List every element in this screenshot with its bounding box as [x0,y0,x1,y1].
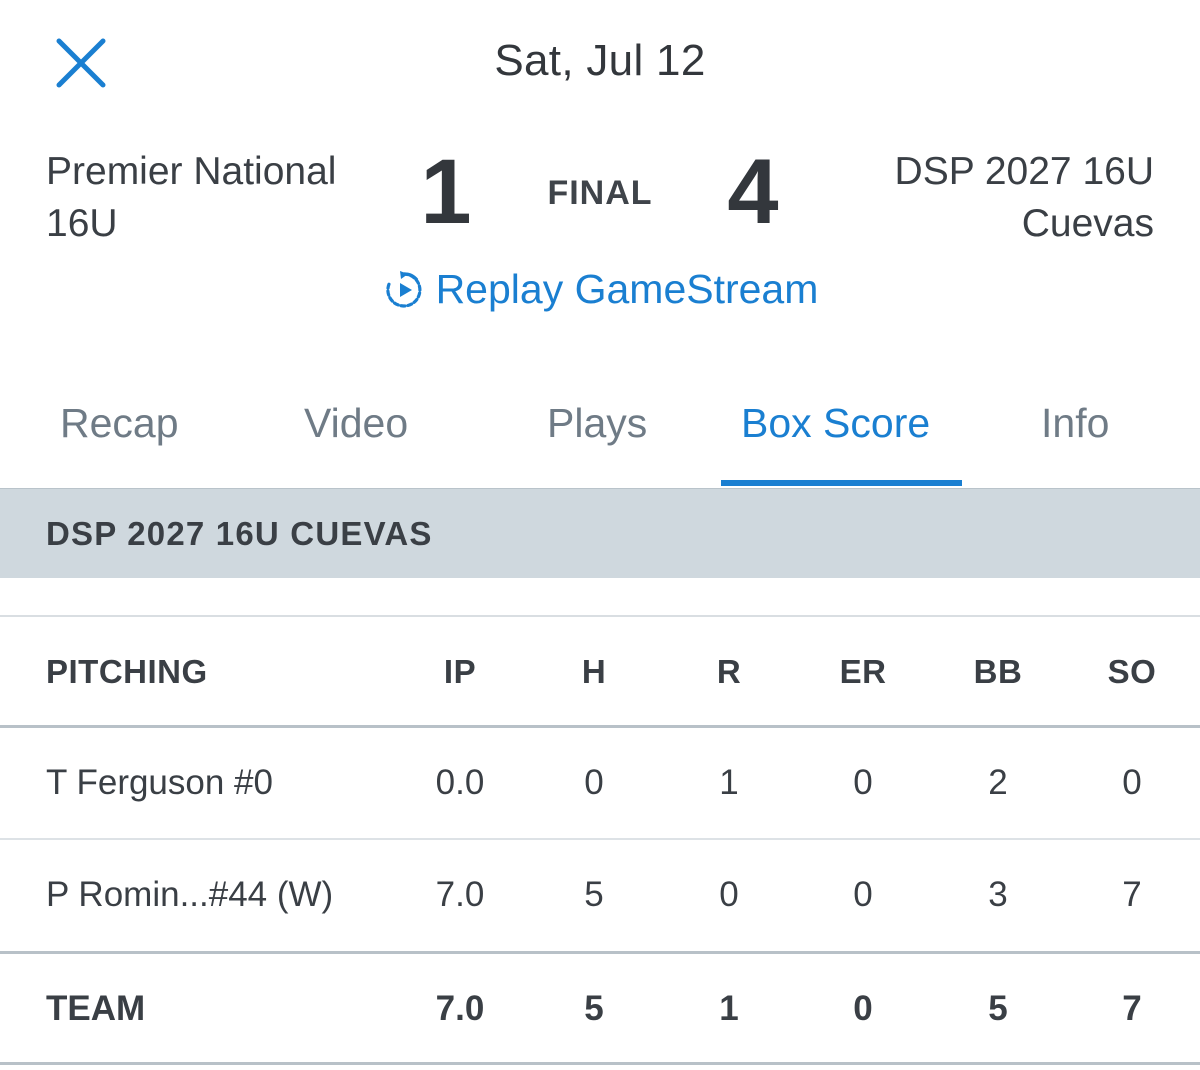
stat-r: 0 [719,875,739,914]
column-header-pitching: PITCHING [46,653,208,690]
stat-ip: 0.0 [435,763,485,802]
away-score: 1 [420,141,472,243]
stat-er: 0 [853,763,873,802]
active-tab-indicator [721,480,962,486]
column-header-ip: IP [443,653,477,690]
team-totals-row: TEAM 7.0 5 1 0 5 7 [0,953,1200,1065]
column-header-r: R [716,653,742,690]
player-name[interactable]: P Romin...#44 (W) [46,839,426,951]
stat-h: 5 [584,875,604,914]
total-bb: 5 [988,989,1008,1028]
player-name[interactable]: T Ferguson #0 [46,727,426,839]
tab-info[interactable]: Info [1041,400,1109,447]
team-section-header: DSP 2027 16U CUEVAS [0,488,1200,578]
replay-gamestream-link[interactable]: Replay GameStream [0,266,1200,313]
stat-bb: 2 [988,763,1008,802]
stat-so: 7 [1122,875,1142,914]
stat-er: 0 [853,875,873,914]
team-totals-label: TEAM [46,989,146,1028]
stat-h: 0 [584,763,604,802]
home-team-name[interactable]: DSP 2027 16U Cuevas [824,146,1154,250]
tab-box-score[interactable]: Box Score [741,400,930,447]
pitching-header-row: PITCHING IP H R ER BB SO [0,617,1200,727]
column-header-so: SO [1107,653,1157,690]
tab-plays[interactable]: Plays [547,400,647,447]
column-header-bb: BB [973,653,1023,690]
replay-label: Replay GameStream [435,266,819,312]
stat-r: 1 [719,763,739,802]
total-so: 7 [1122,989,1142,1028]
tab-video[interactable]: Video [304,400,408,447]
box-score-screen: Sat, Jul 12 Premier National 16U 1 FINAL… [0,0,1200,1070]
away-team-name[interactable]: Premier National 16U [46,146,366,250]
game-date: Sat, Jul 12 [494,36,706,85]
total-ip: 7.0 [435,989,485,1028]
column-header-er: ER [839,653,887,690]
column-header-h: H [581,653,607,690]
stat-ip: 7.0 [435,875,485,914]
bottom-divider [0,1062,1200,1065]
tab-recap[interactable]: Recap [60,400,179,447]
section-team-name: DSP 2027 16U CUEVAS [46,514,433,552]
tab-bar: Recap Video Plays Box Score Info [0,380,1200,488]
game-status: FINAL [547,174,653,212]
replay-icon [385,270,422,308]
table-row[interactable]: T Ferguson #0 0.0 0 1 0 2 0 [0,727,1200,839]
total-h: 5 [584,989,604,1028]
total-r: 1 [719,989,739,1028]
table-row[interactable]: P Romin...#44 (W) 7.0 5 0 0 3 7 [0,839,1200,951]
stat-so: 0 [1122,763,1142,802]
total-er: 0 [853,989,873,1028]
stat-bb: 3 [988,875,1008,914]
home-score: 4 [727,141,779,243]
